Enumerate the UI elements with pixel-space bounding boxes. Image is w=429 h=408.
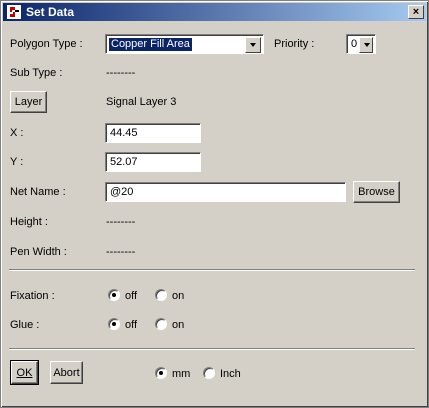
net-name-label: Net Name : xyxy=(10,186,66,198)
browse-button-label: Browse xyxy=(358,186,395,198)
layer-value: Signal Layer 3 xyxy=(106,96,177,108)
fixation-on-radio[interactable] xyxy=(155,289,167,301)
priority-value: 0 xyxy=(351,38,358,50)
abort-button[interactable]: Abort xyxy=(50,361,83,384)
layer-button[interactable]: Layer xyxy=(10,91,47,113)
close-button[interactable]: × xyxy=(408,5,424,19)
ok-button-label: OK xyxy=(16,366,33,379)
glue-off-radio[interactable] xyxy=(108,318,120,330)
mm-label[interactable]: mm xyxy=(172,368,190,380)
mm-radio[interactable] xyxy=(155,367,167,379)
glue-off-label[interactable]: off xyxy=(125,319,137,331)
browse-button[interactable]: Browse xyxy=(353,181,400,203)
glue-on-label[interactable]: on xyxy=(172,319,184,331)
separator xyxy=(9,269,415,271)
height-label: Height : xyxy=(10,216,48,228)
pen-width-value: -------- xyxy=(106,246,136,258)
ok-button[interactable]: OK xyxy=(10,360,39,385)
net-name-input[interactable]: @20 xyxy=(105,182,346,202)
close-icon: × xyxy=(412,6,420,18)
inch-radio[interactable] xyxy=(203,367,215,379)
set-data-dialog: Set Data × Polygon Type : Copper Fill Ar… xyxy=(0,0,429,408)
priority-select[interactable]: 0 xyxy=(346,34,376,54)
glue-label: Glue : xyxy=(10,319,40,331)
fixation-off-label[interactable]: off xyxy=(125,290,137,302)
layer-button-label: Layer xyxy=(14,96,43,108)
fixation-off-radio[interactable] xyxy=(108,289,120,301)
sub-type-label: Sub Type : xyxy=(10,67,63,79)
polygon-type-value: Copper Fill Area xyxy=(109,38,192,51)
title-bar: Set Data × xyxy=(3,3,426,21)
polygon-type-select[interactable]: Copper Fill Area xyxy=(105,34,264,54)
abort-button-label: Abort xyxy=(53,366,80,379)
sub-type-value: -------- xyxy=(106,67,136,79)
separator xyxy=(9,348,415,350)
fixation-on-label[interactable]: on xyxy=(172,290,184,302)
x-input[interactable]: 44.45 xyxy=(105,123,201,143)
window-title: Set Data xyxy=(26,5,75,19)
app-icon xyxy=(7,5,21,19)
inch-label[interactable]: Inch xyxy=(220,368,241,380)
pen-width-label: Pen Width : xyxy=(10,246,67,258)
fixation-label: Fixation : xyxy=(10,290,55,302)
chevron-down-icon[interactable] xyxy=(245,37,261,53)
priority-label: Priority : xyxy=(274,38,315,50)
height-value: -------- xyxy=(106,216,136,228)
y-label: Y : xyxy=(10,156,24,168)
polygon-type-label: Polygon Type : xyxy=(10,38,83,50)
chevron-down-icon[interactable] xyxy=(359,37,373,53)
x-label: X : xyxy=(10,127,24,139)
glue-on-radio[interactable] xyxy=(155,318,167,330)
y-input[interactable]: 52.07 xyxy=(105,152,201,172)
